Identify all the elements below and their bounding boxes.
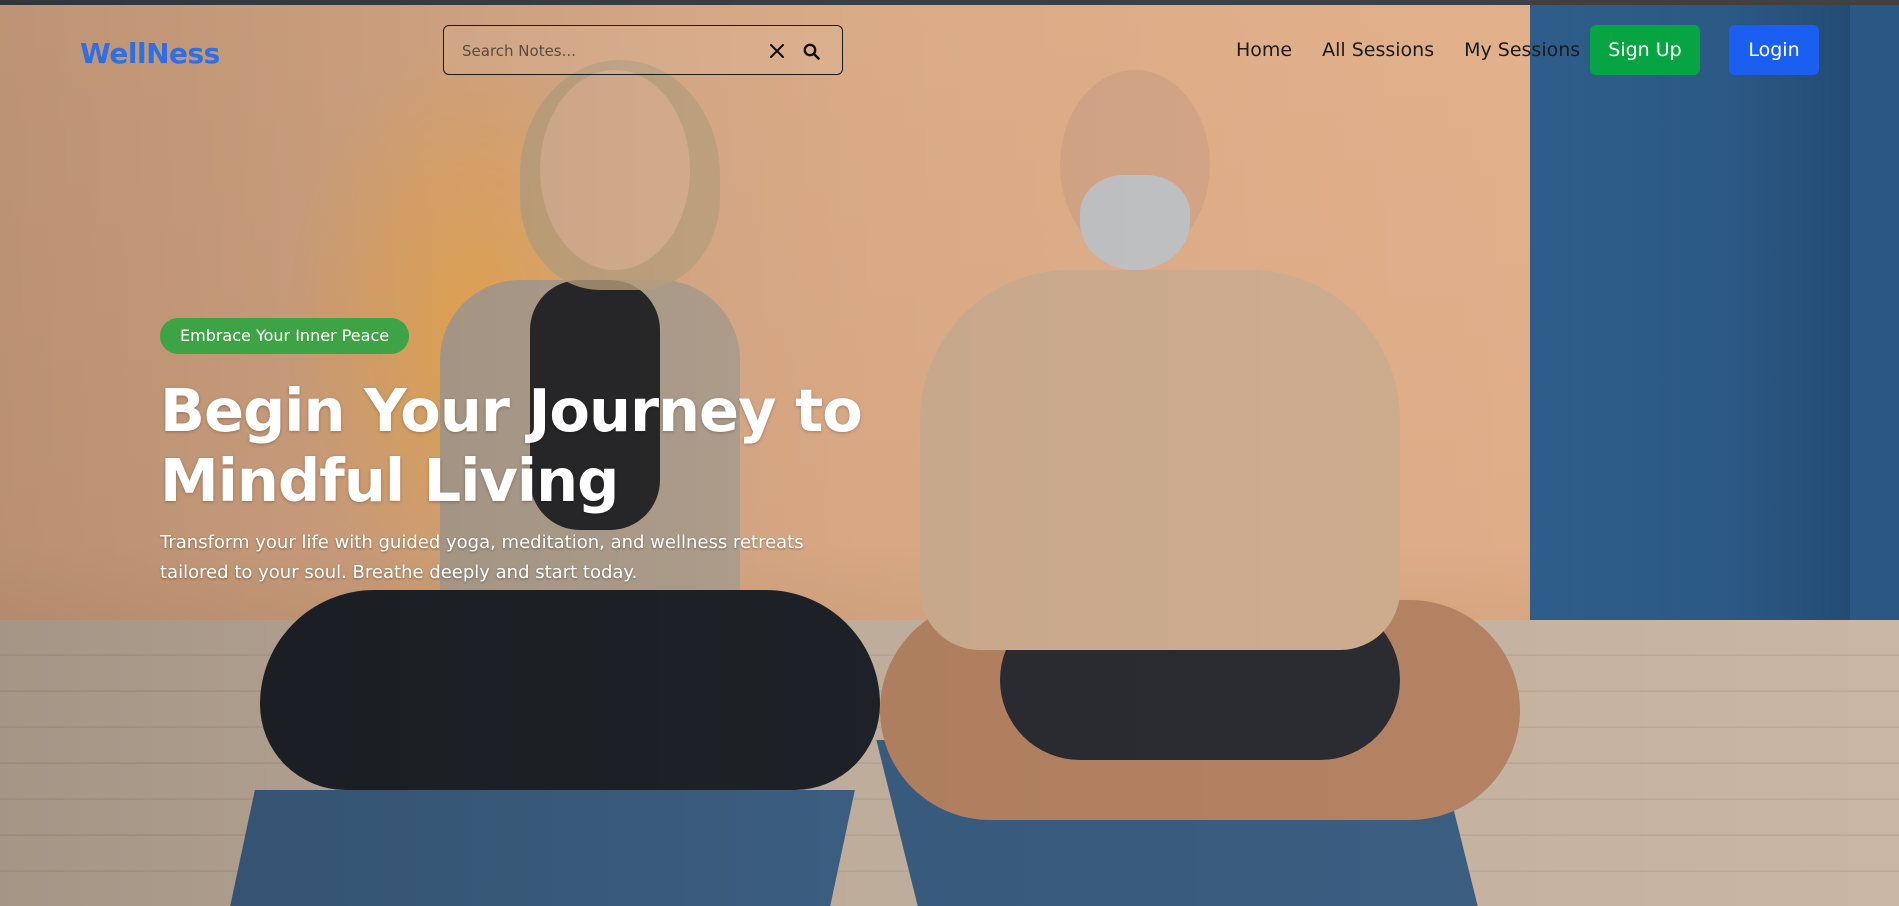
hero-headline-line1: Begin Your Journey to	[160, 376, 863, 445]
hero-headline-line2: Mindful Living	[160, 446, 619, 515]
hero-headline: Begin Your Journey to Mindful Living	[160, 376, 920, 516]
hero-content: Embrace Your Inner Peace Begin Your Jour…	[160, 318, 920, 588]
nav-links: Home All Sessions My Sessions	[1236, 39, 1580, 61]
nav-link-all-sessions[interactable]: All Sessions	[1322, 39, 1434, 61]
hero-section: WellNess Home All Sessions My Sessions S…	[0, 0, 1899, 906]
login-button[interactable]: Login	[1729, 25, 1819, 75]
nav-link-my-sessions[interactable]: My Sessions	[1464, 39, 1580, 61]
sign-up-button[interactable]: Sign Up	[1590, 25, 1700, 75]
search-icon[interactable]	[798, 38, 824, 64]
close-icon[interactable]	[764, 38, 790, 64]
navbar: WellNess Home All Sessions My Sessions S…	[0, 5, 1899, 95]
search-input[interactable]	[462, 39, 762, 63]
search-box	[443, 25, 843, 75]
nav-link-home[interactable]: Home	[1236, 39, 1292, 61]
hero-subtext: Transform your life with guided yoga, me…	[160, 532, 804, 583]
hero-badge: Embrace Your Inner Peace	[160, 318, 410, 354]
brand-logo[interactable]: WellNess	[80, 37, 220, 70]
